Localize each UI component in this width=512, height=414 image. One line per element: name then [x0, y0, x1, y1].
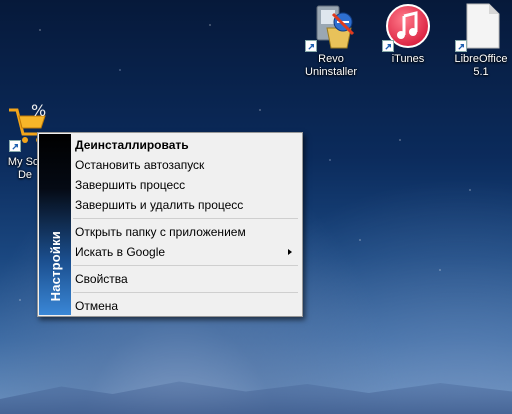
- menu-item-label: Искать в Google: [75, 245, 166, 259]
- shortcut-arrow-icon: [455, 40, 467, 52]
- libreoffice-icon: [455, 2, 505, 52]
- desktop-icon-itunes[interactable]: iTunes: [371, 2, 445, 66]
- menu-item-disable-autorun[interactable]: Остановить автозапуск: [71, 155, 300, 175]
- context-menu-banner: Настройки: [39, 134, 71, 315]
- menu-item-kill-process[interactable]: Завершить процесс: [71, 175, 300, 195]
- desktop-icon-label: iTunes: [391, 53, 425, 65]
- menu-separator: [71, 215, 300, 222]
- desktop-icon-label: LibreOffice 5.1: [454, 53, 508, 78]
- revo-uninstaller-icon: [305, 2, 355, 52]
- menu-separator: [71, 262, 300, 269]
- menu-item-cancel[interactable]: Отмена: [71, 296, 300, 316]
- submenu-arrow-icon: [288, 249, 292, 255]
- menu-item-kill-and-delete[interactable]: Завершить и удалить процесс: [71, 195, 300, 215]
- shortcut-arrow-icon: [9, 140, 21, 152]
- context-menu: Настройки Деинсталлировать Остановить ав…: [37, 132, 303, 317]
- svg-text:%: %: [31, 101, 46, 120]
- menu-item-search-google[interactable]: Искать в Google: [71, 242, 300, 262]
- menu-separator: [71, 289, 300, 296]
- menu-item-uninstall[interactable]: Деинсталлировать: [71, 135, 300, 155]
- menu-item-open-folder[interactable]: Открыть папку с приложением: [71, 222, 300, 242]
- menu-item-properties[interactable]: Свойства: [71, 269, 300, 289]
- desktop-icon-revo-uninstaller[interactable]: Revo Uninstaller: [294, 2, 368, 79]
- context-menu-items: Деинсталлировать Остановить автозапуск З…: [71, 135, 300, 316]
- desktop-icon-libreoffice[interactable]: LibreOffice 5.1: [444, 2, 512, 79]
- itunes-icon: [382, 2, 432, 52]
- shortcut-arrow-icon: [382, 40, 394, 52]
- shortcut-arrow-icon: [305, 40, 317, 52]
- desktop-icon-label: Revo Uninstaller: [305, 53, 357, 78]
- banner-label: Настройки: [47, 230, 63, 301]
